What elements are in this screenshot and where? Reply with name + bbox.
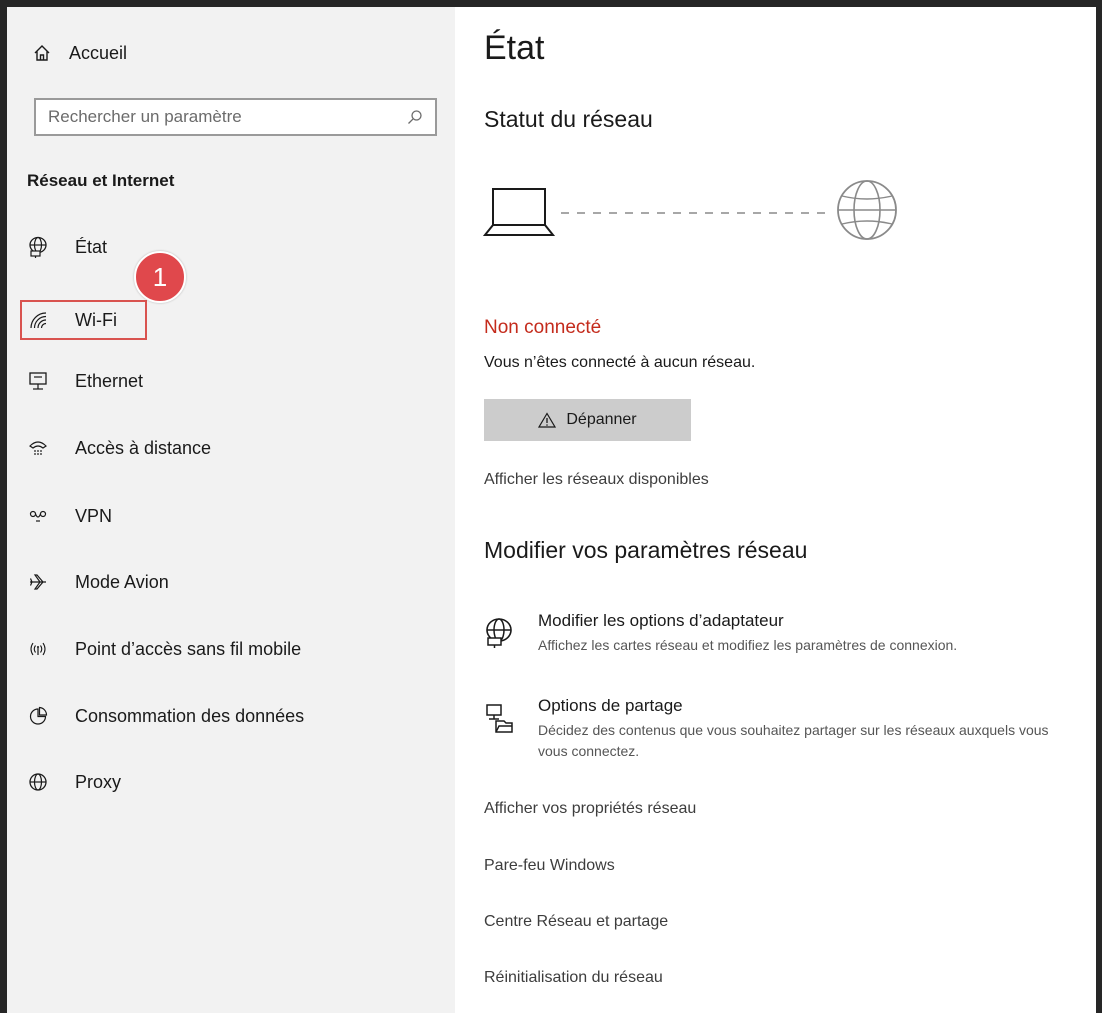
home-link[interactable]: Accueil [33,39,127,67]
change-settings-heading: Modifier vos paramètres réseau [484,537,808,563]
search-icon[interactable] [407,109,423,125]
sidebar-item-ethernet[interactable]: Ethernet [27,365,143,397]
laptop-icon [483,188,556,236]
section-title: Réseau et Internet [27,171,175,190]
sidebar-item-label: VPN [75,505,113,526]
sidebar-item-label: Mode Avion [75,571,169,592]
network-properties-link[interactable]: Afficher vos propriétés réseau [484,800,696,818]
data-usage-icon [27,705,49,727]
sidebar-item-proxy[interactable]: Proxy [27,766,121,798]
warning-icon [538,412,557,428]
home-label: Accueil [69,42,128,63]
show-available-networks-link[interactable]: Afficher les réseaux disponibles [484,471,709,489]
globe-network-icon [27,236,49,258]
hotspot-icon [27,638,49,660]
sharing-icon [484,702,514,733]
adapter-globe-icon [484,617,514,648]
sidebar-item-acces-distance[interactable]: Accès à distance [27,432,211,464]
sidebar-item-etat[interactable]: État [27,231,107,263]
troubleshoot-button[interactable]: Dépanner [484,399,691,441]
main-panel: État Statut du réseau Non connecté Vous … [455,7,1096,1013]
search-placeholder: Rechercher un paramètre [48,107,242,126]
troubleshoot-label: Dépanner [566,411,637,428]
sidebar-item-label: Consommation des données [75,705,305,726]
sidebar-item-mode-avion[interactable]: Mode Avion [27,566,169,598]
adapter-options-desc: Affichez les cartes réseau et modifiez l… [538,637,958,653]
home-icon [34,45,50,61]
network-diagram [483,180,897,240]
vpn-icon [27,505,49,527]
sidebar: Accueil Rechercher un paramètre Réseau e… [7,7,455,1013]
sharing-options-desc: Décidez des contenus que vous souhaitez … [538,722,1049,759]
connection-status-desc: Vous n’êtes connecté à aucun réseau. [484,354,756,371]
sidebar-item-label: État [75,236,108,257]
step-badge: 1 [134,251,186,303]
ethernet-icon [27,370,49,392]
network-reset-link[interactable]: Réinitialisation du réseau [484,969,663,987]
sidebar-item-consommation[interactable]: Consommation des données [27,700,304,732]
adapter-options-item[interactable]: Modifier les options d’adaptateur Affich… [484,611,1078,656]
search-input[interactable]: Rechercher un paramètre [34,98,437,136]
airplane-icon [27,571,49,593]
internet-globe-icon [837,180,897,240]
sidebar-item-label: Ethernet [75,370,144,391]
sidebar-item-label: Accès à distance [75,437,212,458]
sidebar-item-label: Proxy [75,771,122,792]
wifi-highlight-box [20,300,147,340]
sidebar-item-vpn[interactable]: VPN [27,500,112,532]
network-status-heading: Statut du réseau [484,106,653,132]
network-sharing-center-link[interactable]: Centre Réseau et partage [484,913,668,931]
sharing-options-title: Options de partage [538,696,683,715]
page-title: État [484,29,545,67]
connection-status-title: Non connecté [484,317,602,338]
sharing-options-item[interactable]: Options de partage Décidez des contenus … [484,696,1078,762]
dialup-icon [27,437,49,459]
sidebar-item-point-acces[interactable]: Point d’accès sans fil mobile [27,633,301,665]
adapter-options-title: Modifier les options d’adaptateur [538,611,784,630]
sidebar-item-label: Point d’accès sans fil mobile [75,638,302,659]
globe-icon [27,771,49,793]
windows-firewall-link[interactable]: Pare-feu Windows [484,857,615,875]
